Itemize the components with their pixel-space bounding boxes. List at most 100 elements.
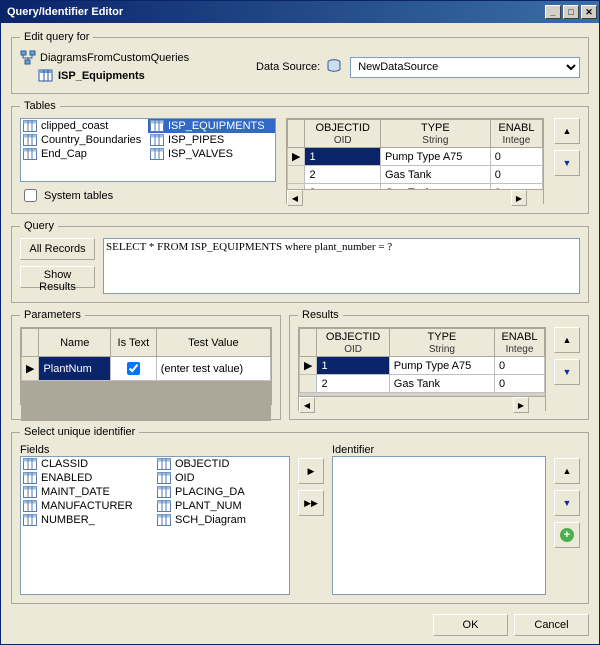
- database-icon: [326, 58, 344, 77]
- list-item[interactable]: ISP_PIPES: [148, 133, 275, 147]
- move-up-button[interactable]: [554, 327, 580, 353]
- arrow-right-double-icon: ▶▶: [304, 498, 318, 509]
- plus-icon: +: [560, 528, 574, 542]
- table-row[interactable]: 2Gas Tank0: [288, 166, 543, 184]
- list-item[interactable]: NUMBER_: [21, 513, 155, 527]
- arrow-down-icon: [563, 157, 572, 169]
- parameters-legend: Parameters: [20, 309, 85, 321]
- maximize-button[interactable]: □: [563, 5, 579, 19]
- id-add-button[interactable]: +: [554, 522, 580, 548]
- table-icon: [157, 500, 171, 512]
- ok-button[interactable]: OK: [433, 614, 508, 636]
- list-item[interactable]: PLANT_NUM: [155, 499, 289, 513]
- window-title: Query/Identifier Editor: [7, 6, 543, 18]
- system-tables-checkbox[interactable]: [24, 189, 37, 202]
- table-icon: [150, 134, 164, 146]
- results-legend: Results: [298, 309, 343, 321]
- parameters-grid[interactable]: Name Is Text Test Value ▶PlantNum(enter …: [20, 327, 272, 405]
- remove-field-button[interactable]: ▶▶: [298, 490, 324, 516]
- scroll-right-button[interactable]: ▶: [513, 397, 529, 413]
- table-icon: [157, 486, 171, 498]
- query-tree[interactable]: DiagramsFromCustomQueries ISP_Equipments: [20, 49, 250, 85]
- list-item[interactable]: OBJECTID: [155, 457, 289, 471]
- cancel-button[interactable]: Cancel: [514, 614, 589, 636]
- tree-child[interactable]: ISP_Equipments: [20, 67, 250, 85]
- list-item[interactable]: OID: [155, 471, 289, 485]
- diagram-icon: [20, 50, 36, 66]
- show-results-button[interactable]: Show Results: [20, 266, 95, 288]
- query-group: Query All Records Show Results: [11, 220, 589, 303]
- scroll-left-button[interactable]: ◀: [299, 397, 315, 413]
- id-move-up-button[interactable]: [554, 458, 580, 484]
- list-item[interactable]: Country_Boundaries: [21, 133, 148, 147]
- table-icon: [23, 134, 37, 146]
- identifier-legend: Select unique identifier: [20, 426, 139, 438]
- close-button[interactable]: ✕: [581, 5, 597, 19]
- arrow-up-icon: [563, 334, 572, 346]
- add-field-button[interactable]: [298, 458, 324, 484]
- table-icon: [150, 120, 164, 132]
- id-move-down-button[interactable]: [554, 490, 580, 516]
- identifier-label: Identifier: [332, 444, 546, 456]
- table-icon: [157, 472, 171, 484]
- table-icon: [23, 120, 37, 132]
- edit-query-group: Edit query for DiagramsFromCustomQueries…: [11, 31, 589, 94]
- list-item[interactable]: SCH_Diagram: [155, 513, 289, 527]
- identifier-list[interactable]: [332, 456, 546, 595]
- table-row[interactable]: ▶1Pump Type A750: [300, 357, 545, 375]
- scroll-right-button[interactable]: ▶: [511, 190, 527, 206]
- tables-list[interactable]: clipped_coastCountry_BoundariesEnd_Cap I…: [20, 118, 276, 182]
- tables-legend: Tables: [20, 100, 60, 112]
- scroll-left-button[interactable]: ◀: [287, 190, 303, 206]
- table-icon: [38, 68, 54, 84]
- minimize-button[interactable]: _: [545, 5, 561, 19]
- list-item[interactable]: PLACING_DA: [155, 485, 289, 499]
- fields-list[interactable]: CLASSIDENABLEDMAINT_DATEMANUFACTURERNUMB…: [20, 456, 290, 595]
- table-icon: [157, 514, 171, 526]
- list-item[interactable]: MAINT_DATE: [21, 485, 155, 499]
- list-item[interactable]: ENABLED: [21, 471, 155, 485]
- table-icon: [23, 486, 37, 498]
- parameters-group: Parameters Name Is Text Test Value ▶Plan…: [11, 309, 281, 420]
- list-item[interactable]: clipped_coast: [21, 119, 148, 133]
- table-row[interactable]: 2Gas Tank0: [300, 375, 545, 393]
- move-down-button[interactable]: [554, 359, 580, 385]
- arrow-up-icon: [563, 125, 572, 137]
- tables-preview-grid[interactable]: OBJECTIDOIDTYPEStringENABLIntege ▶1Pump …: [286, 118, 544, 204]
- data-source-select[interactable]: NewDataSource: [350, 57, 580, 78]
- table-icon: [23, 500, 37, 512]
- sql-textarea[interactable]: [103, 238, 580, 294]
- list-item[interactable]: End_Cap: [21, 147, 148, 161]
- dialog-window: Query/Identifier Editor _ □ ✕ Edit query…: [0, 0, 600, 645]
- table-row[interactable]: ▶1Pump Type A750: [288, 148, 543, 166]
- query-legend: Query: [20, 220, 58, 232]
- arrow-right-icon: [308, 465, 315, 477]
- table-row[interactable]: 3Gas Tank0: [288, 184, 543, 190]
- arrow-down-icon: [563, 366, 572, 378]
- system-tables-label: System tables: [44, 190, 113, 202]
- table-icon: [23, 514, 37, 526]
- tree-root[interactable]: DiagramsFromCustomQueries: [20, 49, 250, 67]
- edit-query-legend: Edit query for: [20, 31, 93, 43]
- table-icon: [150, 148, 164, 160]
- list-item[interactable]: MANUFACTURER: [21, 499, 155, 513]
- arrow-down-icon: [563, 497, 572, 509]
- list-item[interactable]: ISP_EQUIPMENTS: [148, 119, 275, 133]
- is-text-checkbox[interactable]: [127, 362, 140, 375]
- table-icon: [23, 148, 37, 160]
- table-icon: [23, 458, 37, 470]
- move-up-button[interactable]: [554, 118, 580, 144]
- table-row[interactable]: ▶PlantNum(enter test value): [22, 357, 271, 381]
- table-icon: [23, 472, 37, 484]
- data-source-label: Data Source:: [256, 61, 320, 73]
- identifier-group: Select unique identifier Fields CLASSIDE…: [11, 426, 589, 604]
- move-down-button[interactable]: [554, 150, 580, 176]
- fields-label: Fields: [20, 444, 290, 456]
- titlebar[interactable]: Query/Identifier Editor _ □ ✕: [1, 1, 599, 23]
- list-item[interactable]: CLASSID: [21, 457, 155, 471]
- table-icon: [157, 458, 171, 470]
- all-records-button[interactable]: All Records: [20, 238, 95, 260]
- results-grid[interactable]: OBJECTIDOIDTYPEStringENABLIntege ▶1Pump …: [298, 327, 546, 411]
- arrow-up-icon: [563, 465, 572, 477]
- list-item[interactable]: ISP_VALVES: [148, 147, 275, 161]
